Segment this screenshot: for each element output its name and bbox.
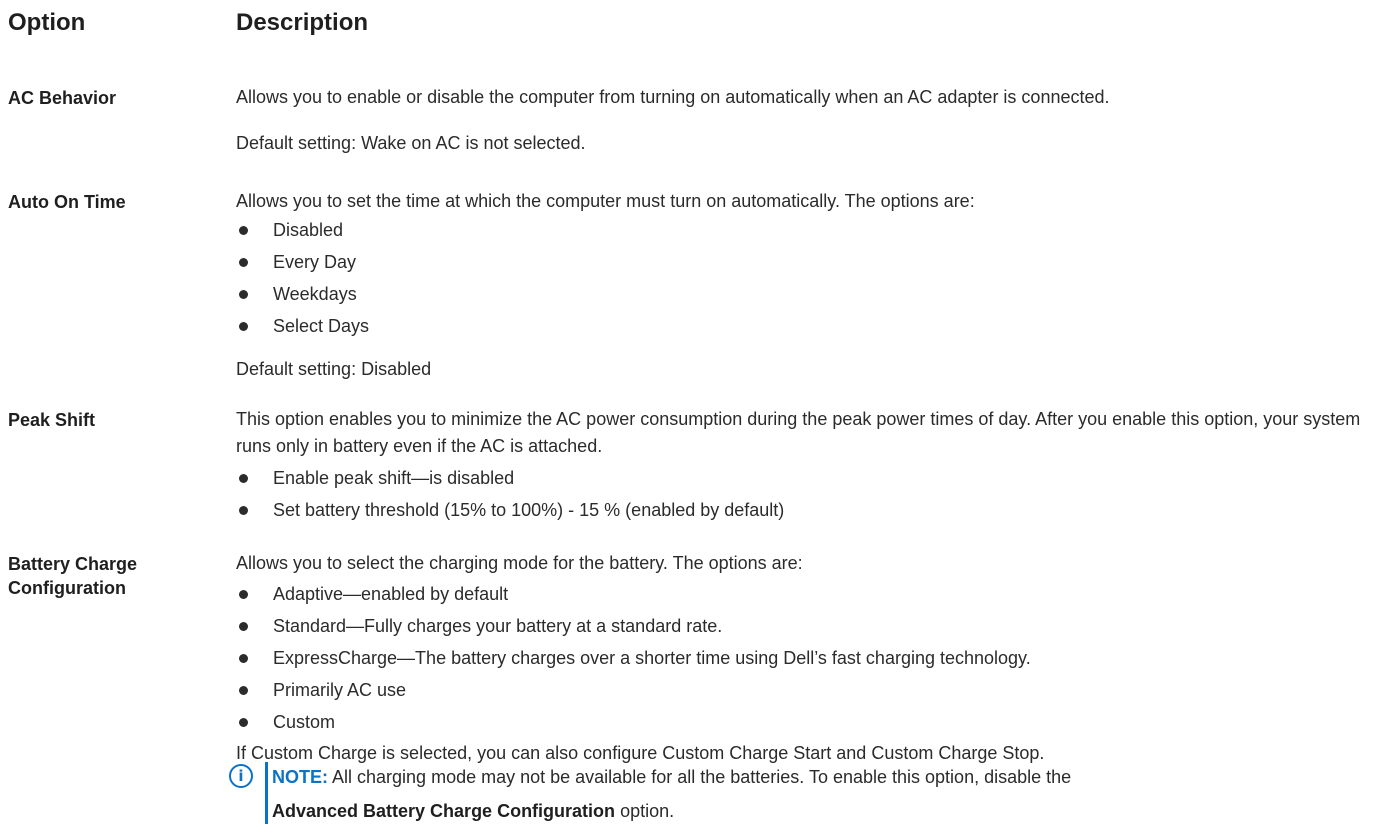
list-item-text: Standard—Fully charges your battery at a…	[273, 616, 723, 636]
bullet-icon	[239, 590, 248, 599]
list-item-text: Adaptive—enabled by default	[273, 584, 509, 604]
note-accent-bar	[265, 762, 268, 824]
note-tail: option.	[620, 801, 675, 821]
list-item-text: Set battery threshold (15% to 100%) - 15…	[273, 500, 785, 520]
bullet-icon	[239, 474, 248, 483]
default-setting: Default setting: Wake on AC is not selec…	[236, 133, 586, 153]
note-label: NOTE:	[272, 767, 328, 787]
bullet-icon	[239, 622, 248, 631]
description-column-header: Description	[236, 9, 369, 36]
list-item-text: Enable peak shift—is disabled	[273, 468, 515, 488]
list-item-text: Every Day	[273, 252, 357, 272]
list-item-text: Weekdays	[273, 284, 357, 304]
list-item-text: ExpressCharge—The battery charges over a…	[273, 648, 1031, 668]
list-item-text: Disabled	[273, 220, 344, 240]
list-item: Disabled	[236, 214, 1386, 246]
option-column-header: Option	[8, 9, 86, 36]
option-name: Auto On Time	[8, 192, 126, 212]
option-description: This option enables you to minimize the …	[236, 406, 1386, 526]
list-item: ExpressCharge—The battery charges over a…	[236, 642, 1386, 674]
list-item: Standard—Fully charges your battery at a…	[236, 610, 1386, 642]
options-list: Adaptive—enabled by default Standard—Ful…	[236, 578, 1386, 738]
option-description: Allows you to select the charging mode f…	[236, 550, 1386, 766]
list-item: Custom	[236, 706, 1386, 738]
description-intro: Allows you to select the charging mode f…	[236, 553, 803, 573]
option-name: Peak Shift	[8, 410, 96, 430]
list-item: Adaptive—enabled by default	[236, 578, 1386, 610]
bullet-icon	[239, 654, 248, 663]
bullet-icon	[239, 226, 248, 235]
note-callout: i NOTE: All charging mode may not be ava…	[229, 760, 1389, 836]
list-item: Primarily AC use	[236, 674, 1386, 706]
list-item: Enable peak shift—is disabled	[236, 462, 1386, 494]
note-strong-text: Advanced Battery Charge Configuration	[272, 801, 616, 821]
list-item-text: Custom	[273, 712, 336, 732]
option-name: AC Behavior	[8, 88, 117, 108]
list-item: Every Day	[236, 246, 1386, 278]
bullet-icon	[239, 290, 248, 299]
bullet-icon	[239, 686, 248, 695]
bullet-icon	[239, 258, 248, 267]
bullet-icon	[239, 506, 248, 515]
description-paragraph: Allows you to enable or disable the comp…	[236, 87, 1110, 107]
list-item-text: Primarily AC use	[273, 680, 407, 700]
note-text: NOTE: All charging mode may not be avail…	[272, 760, 1382, 828]
list-item: Weekdays	[236, 278, 1386, 310]
note-body: All charging mode may not be available f…	[332, 767, 1072, 787]
bullet-icon	[239, 718, 248, 727]
description-intro: This option enables you to minimize the …	[236, 409, 1361, 456]
info-icon: i	[229, 764, 253, 788]
option-description: Allows you to set the time at which the …	[236, 188, 1386, 382]
option-name: Battery Charge Configuration	[8, 554, 138, 598]
default-setting: Default setting: Disabled	[236, 359, 432, 379]
options-list: Disabled Every Day Weekdays Select Days	[236, 214, 1386, 342]
list-item: Select Days	[236, 310, 1386, 342]
option-description: Allows you to enable or disable the comp…	[236, 84, 1386, 156]
bullet-icon	[239, 322, 248, 331]
description-intro: Allows you to set the time at which the …	[236, 191, 975, 211]
options-list: Enable peak shift—is disabled Set batter…	[236, 462, 1386, 526]
list-item-text: Select Days	[273, 316, 370, 336]
list-item: Set battery threshold (15% to 100%) - 15…	[236, 494, 1386, 526]
